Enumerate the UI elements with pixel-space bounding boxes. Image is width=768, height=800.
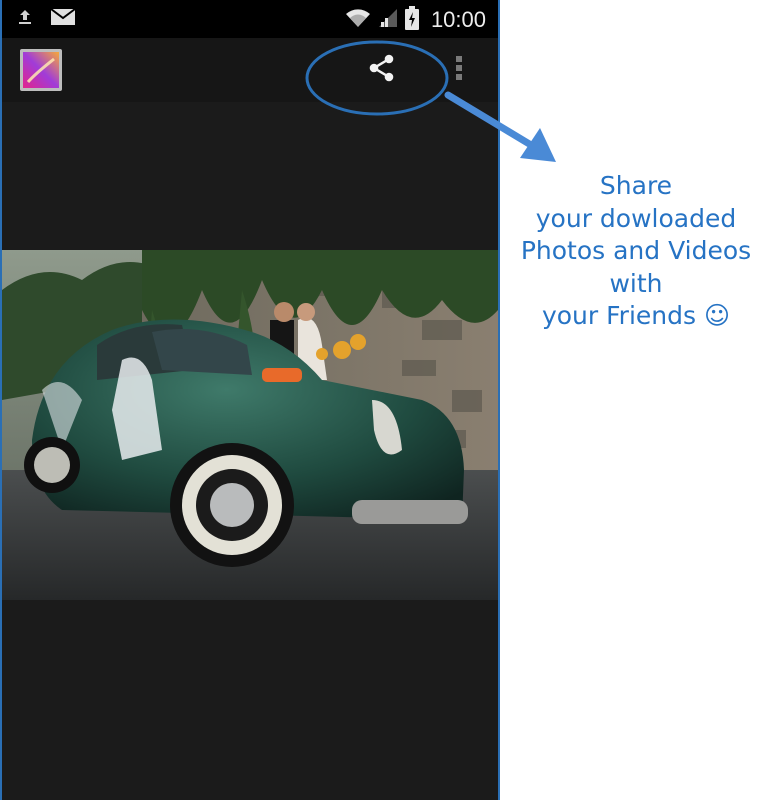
page: 10:00 Share your dowloaded Photos and Vi… bbox=[0, 0, 768, 800]
share-icon bbox=[365, 51, 399, 89]
callout-line: with bbox=[609, 268, 663, 298]
photo-image[interactable] bbox=[2, 250, 498, 600]
overflow-menu-button[interactable] bbox=[444, 52, 474, 88]
callout-line: Photos and Videos bbox=[520, 236, 752, 265]
status-time: 10:00 bbox=[430, 7, 486, 32]
share-callout-text: Share your dowloaded Photos and Videos w… bbox=[508, 170, 764, 333]
photo-viewer[interactable] bbox=[2, 102, 498, 800]
signal-icon bbox=[377, 7, 399, 33]
share-button[interactable] bbox=[358, 52, 406, 88]
overflow-menu-icon bbox=[454, 53, 464, 87]
action-bar bbox=[2, 38, 498, 102]
gallery-icon[interactable] bbox=[20, 49, 62, 91]
upload-icon bbox=[16, 8, 34, 30]
callout-line: Share bbox=[599, 171, 673, 200]
phone-screen: 10:00 bbox=[0, 0, 500, 800]
callout-line: your dowloaded bbox=[535, 203, 737, 233]
status-bar: 10:00 bbox=[2, 0, 498, 38]
callout-line: your Friends ☺ bbox=[541, 301, 731, 330]
mail-icon bbox=[50, 8, 76, 30]
battery-icon bbox=[404, 6, 419, 34]
wifi-icon bbox=[345, 7, 371, 33]
